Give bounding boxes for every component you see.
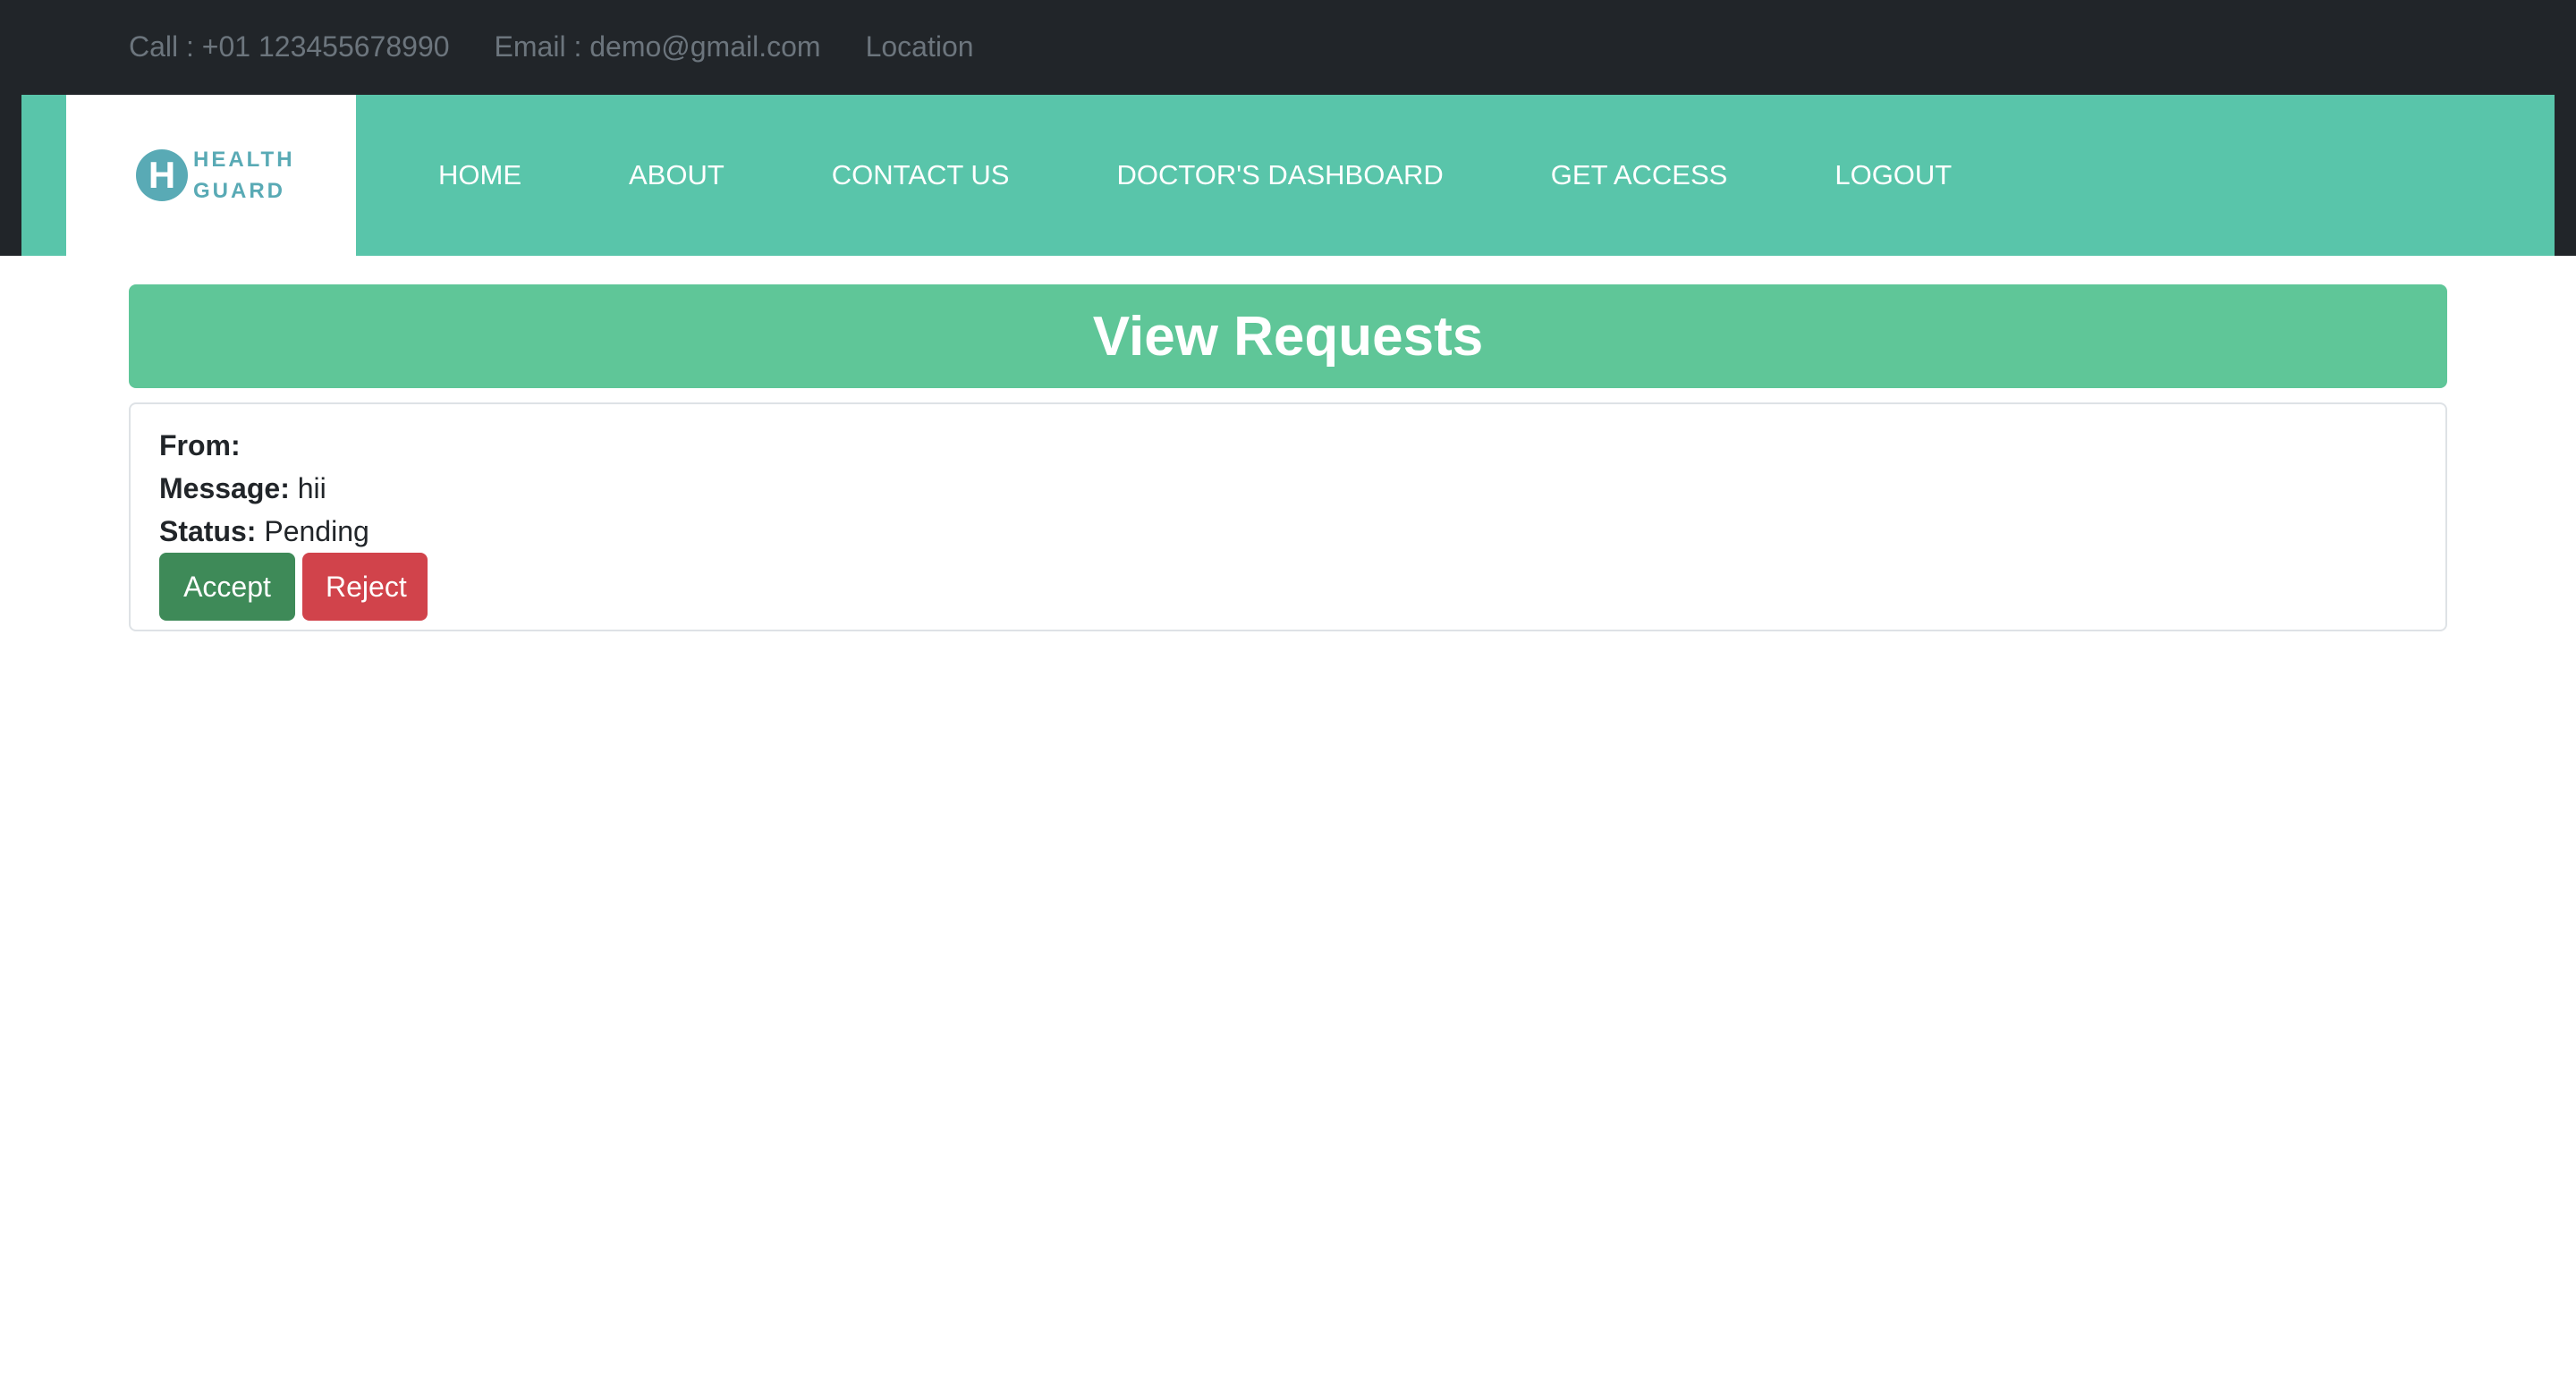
nav-home[interactable]: HOME — [438, 159, 521, 191]
message-value: hii — [297, 472, 326, 504]
request-card: From: Message: hii Status: Pending Accep… — [129, 402, 2447, 631]
main-navbar: H HEALTH GUARD HOME ABOUT CONTACT US DOC… — [21, 95, 2555, 256]
status-label: Status: — [159, 515, 257, 547]
call-text: Call : +01 123455678990 — [129, 30, 450, 63]
nav-doctors-dashboard[interactable]: DOCTOR'S DASHBOARD — [1116, 159, 1443, 191]
brand-line-2: GUARD — [193, 179, 285, 203]
accept-button[interactable]: Accept — [159, 553, 295, 621]
from-label: From: — [159, 429, 241, 461]
brand-line-1: HEALTH — [193, 148, 295, 172]
brand-logo[interactable]: H HEALTH GUARD — [66, 95, 356, 256]
contact-info: Call : +01 123455678990 Email : demo@gma… — [129, 27, 974, 66]
status-value: Pending — [264, 515, 369, 547]
nav-links: HOME ABOUT CONTACT US DOCTOR'S DASHBOARD… — [438, 95, 1952, 256]
nav-contact-us[interactable]: CONTACT US — [832, 159, 1010, 191]
from-row: From: — [159, 424, 2417, 467]
nav-about[interactable]: ABOUT — [629, 159, 724, 191]
location-text[interactable]: Location — [866, 30, 974, 63]
request-actions: Accept Reject — [159, 553, 2417, 621]
nav-logout[interactable]: LOGOUT — [1835, 159, 1952, 191]
page-title: View Requests — [129, 284, 2447, 388]
brand-text: HEALTH GUARD — [193, 144, 295, 207]
email-text: Email : demo@gmail.com — [494, 30, 821, 63]
reject-button[interactable]: Reject — [302, 553, 428, 621]
nav-get-access[interactable]: GET ACCESS — [1551, 159, 1728, 191]
status-row: Status: Pending — [159, 510, 2417, 553]
message-row: Message: hii — [159, 467, 2417, 510]
brand-h-icon: H — [136, 149, 188, 201]
message-label: Message: — [159, 472, 290, 504]
